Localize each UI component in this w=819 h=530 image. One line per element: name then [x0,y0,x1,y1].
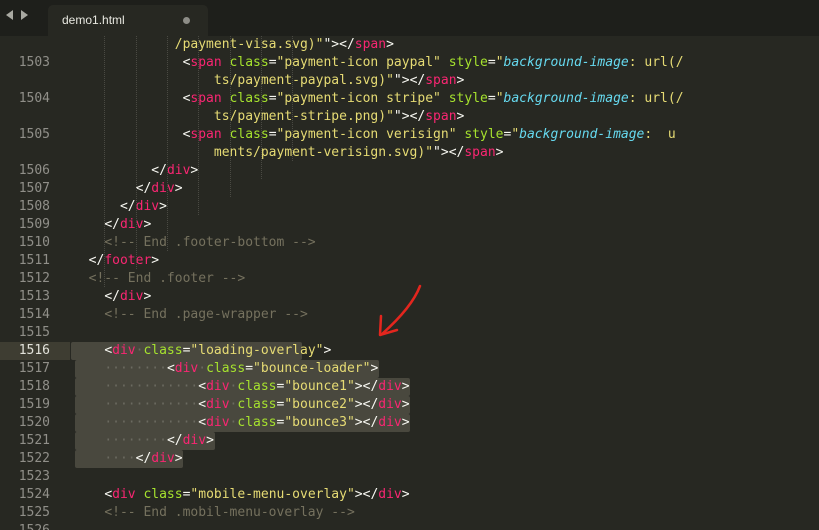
code-text: <div·class="loading-overlay"> [104,343,332,358]
code-line[interactable]: 1508 </div> [0,198,819,216]
code-line[interactable]: 1519 ············<div·class="bounce2"></… [0,396,819,414]
line-number: 1508 [18,199,50,214]
code-line[interactable]: 1505 <span class="payment-icon verisign"… [0,126,819,144]
line-number [0,72,50,90]
code-text: ········<div·class="bounce-loader"> [104,361,379,376]
tab-navigation [6,10,28,20]
line-number: 1520 [18,415,50,430]
code-text: ········</div> [104,433,214,448]
code-line[interactable]: 1509 </div> [0,216,819,234]
code-line[interactable]: 1523 [0,468,819,486]
tab-demo1-html[interactable]: demo1.html [48,5,208,36]
indent-guide [260,36,262,180]
indent-guide [104,36,106,288]
indent-guide [292,36,294,162]
line-number: 1524 [18,487,50,502]
code-line[interactable]: 1521 ········</div> [0,432,819,450]
code-line[interactable]: 1518 ············<div·class="bounce1"></… [0,378,819,396]
code-text: </div> [104,217,152,232]
code-text: <span class="payment-icon stripe" style=… [182,91,684,106]
code-text: <span class="payment-icon verisign" styl… [182,127,676,142]
code-text: </footer> [88,253,160,268]
line-number: 1507 [18,181,50,196]
code-text: <!-- End .page-wrapper --> [104,307,308,322]
code-line[interactable]: 1516 <div·class="loading-overlay"> [0,342,819,360]
tab-title: demo1.html [62,13,125,27]
code-line[interactable]: /payment-visa.svg)""></span> [0,36,819,54]
code-line[interactable]: ments/payment-verisign.svg)""></span> [0,144,819,162]
code-line[interactable]: ts/payment-paypal.svg)""></span> [0,72,819,90]
code-text: ····</div> [104,451,183,466]
code-line[interactable]: 1525 <!-- End .mobil-menu-overlay --> [0,504,819,522]
unsaved-dot-icon[interactable] [183,17,190,24]
line-number: 1518 [18,379,50,394]
code-text: ts/payment-stripe.png)""></span> [213,109,465,124]
line-number: 1510 [18,235,50,250]
back-arrow-icon[interactable] [6,10,13,20]
code-text: ments/payment-verisign.svg)""></span> [213,145,504,160]
code-line[interactable]: 1503 <span class="payment-icon paypal" s… [0,54,819,72]
code-line[interactable]: 1506 </div> [0,162,819,180]
code-text: ············<div·class="bounce1"></div> [104,379,410,394]
code-text: ts/payment-paypal.svg)""></span> [213,73,465,88]
line-number: 1522 [18,451,50,466]
line-number: 1521 [18,433,50,448]
forward-arrow-icon[interactable] [21,10,28,20]
code-text: </div> [104,289,152,304]
line-number [0,144,50,162]
code-line[interactable]: 1524 <div class="mobile-menu-overlay"></… [0,486,819,504]
code-line[interactable]: 1504 <span class="payment-icon stripe" s… [0,90,819,108]
line-number: 1503 [18,55,50,70]
line-number: 1523 [18,469,50,484]
indent-guide [135,36,137,270]
code-text: <!-- End .mobil-menu-overlay --> [104,505,355,520]
line-number [0,108,50,126]
code-text: <!-- End .footer --> [88,271,246,286]
line-number: 1515 [18,325,50,340]
code-text: ············<div·class="bounce2"></div> [104,397,410,412]
code-line[interactable]: 1507 </div> [0,180,819,198]
code-text: /payment-visa.svg)""></span> [174,37,394,52]
line-number: 1517 [18,361,50,376]
code-line[interactable]: 1520 ············<div·class="bounce3"></… [0,414,819,432]
code-line[interactable]: ts/payment-stripe.png)""></span> [0,108,819,126]
indent-guide [198,36,200,216]
line-number: 1509 [18,217,50,232]
line-number: 1526 [0,522,50,530]
line-number: 1513 [18,289,50,304]
code-text: ············<div·class="bounce3"></div> [104,415,410,430]
line-number: 1519 [18,397,50,412]
tab-bar: demo1.html [0,0,819,36]
indent-guide [166,36,168,252]
line-number: 1506 [18,163,50,178]
code-text: <!-- End .footer-bottom --> [104,235,316,250]
code-line[interactable]: 1517 ········<div·class="bounce-loader"> [0,360,819,378]
line-number: 1512 [18,271,50,286]
line-number: 1511 [18,253,50,268]
code-text: <div class="mobile-menu-overlay"></div> [104,487,410,502]
line-number: 1525 [18,505,50,520]
indent-guide [229,36,231,198]
code-line[interactable]: 1511 </footer> [0,252,819,270]
code-line[interactable]: 1522 ····</div> [0,450,819,468]
line-number: 1516 [18,343,50,358]
code-text: </div> [119,199,167,214]
code-line[interactable]: 1510 <!-- End .footer-bottom --> [0,234,819,252]
line-number [0,36,50,54]
code-text: <span class="payment-icon paypal" style=… [182,55,684,70]
line-number: 1514 [18,307,50,322]
line-number: 1504 [18,91,50,106]
red-hand-drawn-arrow-icon [378,284,422,337]
code-line[interactable]: 1526 [0,522,819,530]
line-number: 1505 [18,127,50,142]
